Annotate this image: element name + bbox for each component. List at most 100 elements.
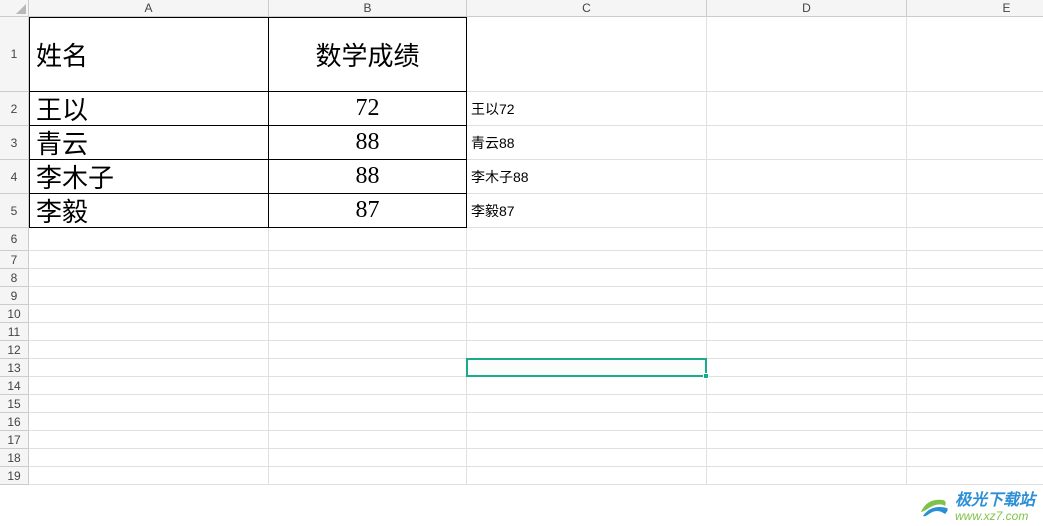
column-header-A[interactable]: A bbox=[29, 0, 269, 17]
row-header-9[interactable]: 9 bbox=[0, 287, 29, 305]
cell-D15[interactable] bbox=[707, 395, 907, 413]
cell-E7[interactable] bbox=[907, 251, 1043, 269]
cell-B18[interactable] bbox=[269, 449, 467, 467]
cell-C11[interactable] bbox=[467, 323, 707, 341]
cell-A1[interactable]: 姓名 bbox=[29, 17, 269, 92]
row-header-19[interactable]: 19 bbox=[0, 467, 29, 485]
cell-B15[interactable] bbox=[269, 395, 467, 413]
cell-C1[interactable] bbox=[467, 17, 707, 92]
row-header-13[interactable]: 13 bbox=[0, 359, 29, 377]
cell-A11[interactable] bbox=[29, 323, 269, 341]
cell-A18[interactable] bbox=[29, 449, 269, 467]
cell-D16[interactable] bbox=[707, 413, 907, 431]
cell-B16[interactable] bbox=[269, 413, 467, 431]
row-header-2[interactable]: 2 bbox=[0, 92, 29, 126]
cell-C12[interactable] bbox=[467, 341, 707, 359]
row-header-8[interactable]: 8 bbox=[0, 269, 29, 287]
cell-A7[interactable] bbox=[29, 251, 269, 269]
cell-D14[interactable] bbox=[707, 377, 907, 395]
cell-E14[interactable] bbox=[907, 377, 1043, 395]
cell-B3[interactable]: 88 bbox=[269, 126, 467, 160]
column-header-C[interactable]: C bbox=[467, 0, 707, 17]
cell-D10[interactable] bbox=[707, 305, 907, 323]
cell-B1[interactable]: 数学成绩 bbox=[269, 17, 467, 92]
select-all-corner[interactable] bbox=[0, 0, 29, 17]
cell-A10[interactable] bbox=[29, 305, 269, 323]
row-header-4[interactable]: 4 bbox=[0, 160, 29, 194]
cell-B9[interactable] bbox=[269, 287, 467, 305]
cell-E11[interactable] bbox=[907, 323, 1043, 341]
cell-E15[interactable] bbox=[907, 395, 1043, 413]
cell-C6[interactable] bbox=[467, 228, 707, 251]
cell-E18[interactable] bbox=[907, 449, 1043, 467]
cell-D12[interactable] bbox=[707, 341, 907, 359]
cell-C14[interactable] bbox=[467, 377, 707, 395]
cell-A19[interactable] bbox=[29, 467, 269, 485]
cell-A16[interactable] bbox=[29, 413, 269, 431]
cell-B13[interactable] bbox=[269, 359, 467, 377]
column-header-B[interactable]: B bbox=[269, 0, 467, 17]
cell-A4[interactable]: 李木子 bbox=[29, 160, 269, 194]
row-header-7[interactable]: 7 bbox=[0, 251, 29, 269]
column-header-E[interactable]: E bbox=[907, 0, 1043, 17]
cell-C8[interactable] bbox=[467, 269, 707, 287]
cell-D18[interactable] bbox=[707, 449, 907, 467]
cell-E5[interactable] bbox=[907, 194, 1043, 228]
cell-E19[interactable] bbox=[907, 467, 1043, 485]
cell-D5[interactable] bbox=[707, 194, 907, 228]
cell-D8[interactable] bbox=[707, 269, 907, 287]
cell-C7[interactable] bbox=[467, 251, 707, 269]
cell-C13[interactable] bbox=[467, 359, 707, 377]
cell-A12[interactable] bbox=[29, 341, 269, 359]
cell-A5[interactable]: 李毅 bbox=[29, 194, 269, 228]
cell-D11[interactable] bbox=[707, 323, 907, 341]
row-header-1[interactable]: 1 bbox=[0, 17, 29, 92]
cell-E12[interactable] bbox=[907, 341, 1043, 359]
cell-D7[interactable] bbox=[707, 251, 907, 269]
cell-B8[interactable] bbox=[269, 269, 467, 287]
cell-D6[interactable] bbox=[707, 228, 907, 251]
cell-A9[interactable] bbox=[29, 287, 269, 305]
cell-D4[interactable] bbox=[707, 160, 907, 194]
cell-E6[interactable] bbox=[907, 228, 1043, 251]
cell-D1[interactable] bbox=[707, 17, 907, 92]
row-header-5[interactable]: 5 bbox=[0, 194, 29, 228]
cell-B12[interactable] bbox=[269, 341, 467, 359]
cell-A15[interactable] bbox=[29, 395, 269, 413]
cell-C9[interactable] bbox=[467, 287, 707, 305]
cell-B2[interactable]: 72 bbox=[269, 92, 467, 126]
column-header-D[interactable]: D bbox=[707, 0, 907, 17]
cell-D9[interactable] bbox=[707, 287, 907, 305]
cell-C4[interactable]: 李木子88 bbox=[467, 160, 707, 194]
cell-B6[interactable] bbox=[269, 228, 467, 251]
row-header-11[interactable]: 11 bbox=[0, 323, 29, 341]
row-header-15[interactable]: 15 bbox=[0, 395, 29, 413]
cell-B4[interactable]: 88 bbox=[269, 160, 467, 194]
cell-D3[interactable] bbox=[707, 126, 907, 160]
row-header-3[interactable]: 3 bbox=[0, 126, 29, 160]
cell-E9[interactable] bbox=[907, 287, 1043, 305]
cell-E10[interactable] bbox=[907, 305, 1043, 323]
cell-A2[interactable]: 王以 bbox=[29, 92, 269, 126]
cell-A13[interactable] bbox=[29, 359, 269, 377]
cell-B7[interactable] bbox=[269, 251, 467, 269]
cell-B14[interactable] bbox=[269, 377, 467, 395]
row-header-16[interactable]: 16 bbox=[0, 413, 29, 431]
cell-D19[interactable] bbox=[707, 467, 907, 485]
cell-C5[interactable]: 李毅87 bbox=[467, 194, 707, 228]
cell-E4[interactable] bbox=[907, 160, 1043, 194]
cell-A3[interactable]: 青云 bbox=[29, 126, 269, 160]
cell-A14[interactable] bbox=[29, 377, 269, 395]
cell-D13[interactable] bbox=[707, 359, 907, 377]
cell-C19[interactable] bbox=[467, 467, 707, 485]
cell-B11[interactable] bbox=[269, 323, 467, 341]
cell-E13[interactable] bbox=[907, 359, 1043, 377]
cell-B10[interactable] bbox=[269, 305, 467, 323]
row-header-14[interactable]: 14 bbox=[0, 377, 29, 395]
cell-A8[interactable] bbox=[29, 269, 269, 287]
cell-C18[interactable] bbox=[467, 449, 707, 467]
row-header-10[interactable]: 10 bbox=[0, 305, 29, 323]
cell-E16[interactable] bbox=[907, 413, 1043, 431]
cell-E17[interactable] bbox=[907, 431, 1043, 449]
cell-D17[interactable] bbox=[707, 431, 907, 449]
